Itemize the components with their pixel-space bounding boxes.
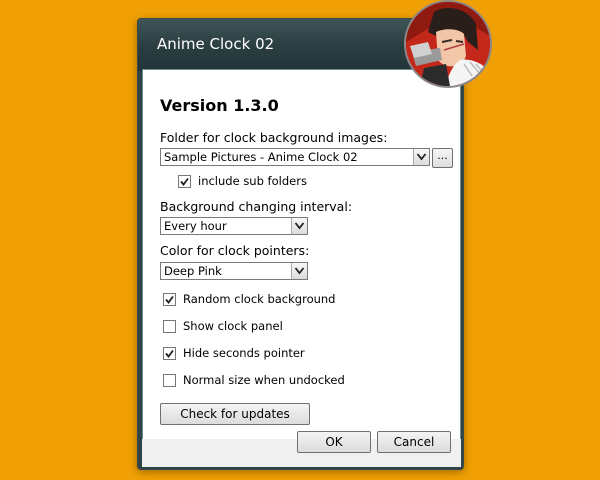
version-heading: Version 1.3.0 (160, 96, 279, 115)
interval-select[interactable]: Every hour (160, 217, 308, 235)
pointer-color-select-value: Deep Pink (164, 264, 222, 278)
settings-dialog: Anime Clock 02 Version 1.3.0 Folder for … (137, 18, 464, 470)
checkmark-icon (165, 295, 174, 304)
settings-panel: Version 1.3.0 Folder for clock backgroun… (142, 69, 461, 441)
chevron-down-icon[interactable] (291, 218, 307, 234)
chevron-down-icon[interactable] (291, 263, 307, 279)
hide-seconds-pointer-checkbox[interactable] (163, 347, 176, 360)
ok-button[interactable]: OK (297, 431, 371, 453)
include-subfolders-checkbox[interactable] (178, 175, 191, 188)
checkmark-icon (180, 177, 189, 186)
random-background-label: Random clock background (183, 292, 336, 306)
folder-select-value: Sample Pictures - Anime Clock 02 (164, 150, 358, 164)
hide-seconds-pointer-label: Hide seconds pointer (183, 346, 305, 360)
browse-folder-button[interactable]: ... (432, 148, 453, 168)
cancel-button[interactable]: Cancel (377, 431, 451, 453)
window-title: Anime Clock 02 (157, 35, 275, 53)
pointer-color-select[interactable]: Deep Pink (160, 262, 308, 280)
anime-character-avatar-icon (404, 0, 492, 88)
interval-label: Background changing interval: (160, 199, 353, 214)
dialog-footer: OK Cancel (142, 431, 461, 467)
normal-size-undocked-label: Normal size when undocked (183, 373, 345, 387)
interval-select-value: Every hour (164, 219, 227, 233)
include-subfolders-label: include sub folders (198, 174, 307, 188)
checkmark-icon (165, 349, 174, 358)
folder-select[interactable]: Sample Pictures - Anime Clock 02 (160, 148, 430, 166)
pointer-color-label: Color for clock pointers: (160, 243, 310, 258)
chevron-down-icon[interactable] (413, 149, 429, 165)
show-clock-panel-checkbox[interactable] (163, 320, 176, 333)
show-clock-panel-label: Show clock panel (183, 319, 283, 333)
normal-size-undocked-checkbox[interactable] (163, 374, 176, 387)
random-background-checkbox[interactable] (163, 293, 176, 306)
check-for-updates-button[interactable]: Check for updates (160, 403, 310, 425)
folder-label: Folder for clock background images: (160, 130, 388, 145)
